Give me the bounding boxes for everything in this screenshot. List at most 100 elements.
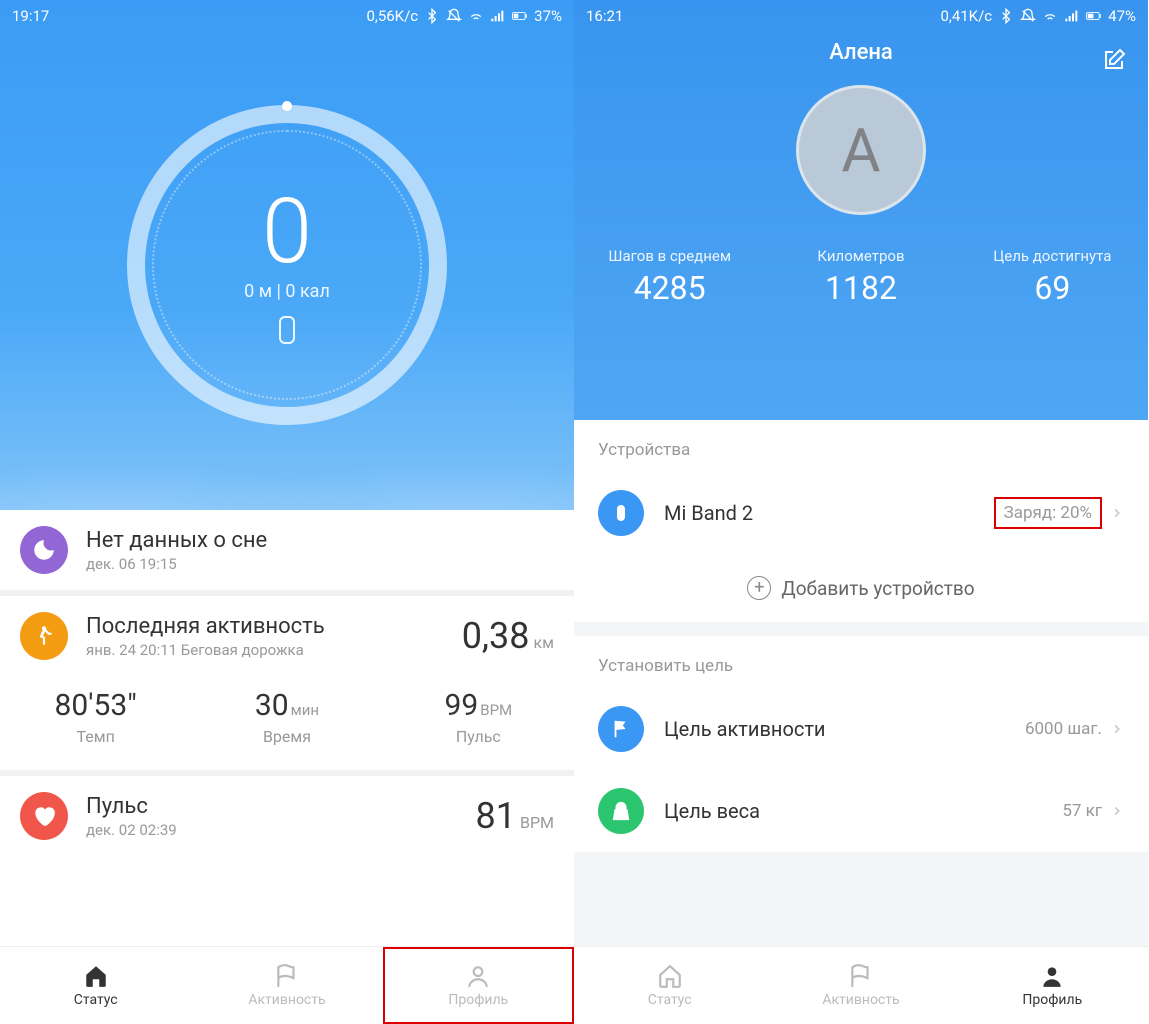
bluetooth-icon <box>424 8 440 24</box>
band-icon <box>279 316 295 344</box>
time-stat: 30мин Время <box>191 688 382 746</box>
avatar-initial: А <box>841 115 880 186</box>
nav-profile-label: Профиль <box>1022 992 1082 1008</box>
pulse-sub: дек. 02 02:39 <box>86 821 476 839</box>
weight-icon <box>598 788 644 834</box>
activity-distance-unit: км <box>533 633 554 652</box>
bpm-unit: BPM <box>480 701 512 719</box>
goal-value: 69 <box>957 269 1148 307</box>
profile-icon <box>1039 963 1065 989</box>
avg-steps-label: Шагов в среднем <box>574 247 765 265</box>
devices-header: Устройства <box>574 420 1148 472</box>
time-label: Время <box>191 727 382 746</box>
signal-icon <box>1064 8 1080 24</box>
goal-weight-row[interactable]: Цель веса 57 кг <box>574 770 1148 852</box>
device-charge: Заряд: 20% <box>994 497 1102 529</box>
sleep-title: Нет данных о сне <box>86 528 554 553</box>
home-icon <box>657 963 683 989</box>
status-bar: 16:21 0,41K/c 47% <box>574 0 1148 32</box>
nav-activity[interactable]: Активность <box>191 947 382 1024</box>
sleep-sub: дек. 06 19:15 <box>86 555 554 573</box>
steps-count: 0 <box>262 187 312 277</box>
steps-ring[interactable]: 0 0 м | 0 кал <box>127 105 447 425</box>
add-device-label: Добавить устройство <box>781 577 974 600</box>
status-speed: 0,56K/c <box>366 7 418 25</box>
status-bar: 19:17 0,56K/c 37% <box>0 0 574 32</box>
phone-right: 16:21 0,41K/c 47% Алена А Шагов в средне… <box>574 0 1148 1024</box>
activity-icon <box>20 612 68 660</box>
nav-status-label: Статус <box>74 992 118 1008</box>
flag-circle-icon <box>598 706 644 752</box>
chevron-right-icon <box>1110 506 1124 520</box>
steps-hero: 0 0 м | 0 кал <box>0 0 574 510</box>
activity-title: Последняя активность <box>86 614 462 639</box>
goal-weight-value: 57 кг <box>1062 801 1102 821</box>
sleep-row[interactable]: Нет данных о сне дек. 06 19:15 <box>0 510 574 596</box>
bpm-label: Пульс <box>383 727 574 746</box>
nav-status[interactable]: Статус <box>0 947 191 1024</box>
nav-activity-label: Активность <box>822 992 899 1008</box>
profile-hero: Алена А Шагов в среднем 4285 Километров … <box>574 0 1148 420</box>
pace-stat: 80'53" Темп <box>0 688 191 746</box>
km-stat: Километров 1182 <box>765 247 956 307</box>
km-label: Километров <box>765 247 956 265</box>
device-row[interactable]: Mi Band 2 Заряд: 20% <box>574 472 1148 554</box>
avg-steps-stat: Шагов в среднем 4285 <box>574 247 765 307</box>
nav-status-label: Статус <box>648 992 692 1008</box>
edit-icon <box>1102 48 1126 72</box>
status-battery: 37% <box>534 7 562 25</box>
hero-stats: Шагов в среднем 4285 Километров 1182 Цел… <box>574 247 1148 307</box>
pulse-value: 81 <box>476 795 516 837</box>
goal-activity-row[interactable]: Цель активности 6000 шаг. <box>574 688 1148 770</box>
signal-icon <box>490 8 506 24</box>
device-name: Mi Band 2 <box>664 501 994 525</box>
devices-section: Устройства Mi Band 2 Заряд: 20% + Добави… <box>574 420 1148 622</box>
avg-steps-value: 4285 <box>574 269 765 307</box>
bottom-nav: Статус Активность Профиль <box>574 946 1148 1024</box>
flag-icon <box>274 963 300 989</box>
add-device-button[interactable]: + Добавить устройство <box>574 554 1148 622</box>
pulse-unit: BPM <box>520 813 554 832</box>
goals-section: Установить цель Цель активности 6000 шаг… <box>574 636 1148 852</box>
profile-icon <box>465 963 491 989</box>
status-right: 0,41K/c 47% <box>940 7 1136 25</box>
goal-stat: Цель достигнута 69 <box>957 247 1148 307</box>
edit-button[interactable] <box>1102 48 1126 76</box>
status-time: 19:17 <box>12 7 49 25</box>
chevron-right-icon <box>1110 722 1124 736</box>
band-device-icon <box>598 490 644 536</box>
nav-status[interactable]: Статус <box>574 947 765 1024</box>
goal-activity-name: Цель активности <box>664 717 1025 741</box>
status-speed: 0,41K/c <box>940 7 992 25</box>
nav-profile-label: Профиль <box>448 992 508 1008</box>
time-value: 30 <box>255 688 289 723</box>
heart-icon <box>20 792 68 840</box>
avatar[interactable]: А <box>796 85 926 215</box>
goal-label: Цель достигнута <box>957 247 1148 265</box>
plus-icon: + <box>747 576 771 600</box>
cards-list: Нет данных о сне дек. 06 19:15 Последняя… <box>0 510 574 946</box>
pulse-row[interactable]: Пульс дек. 02 02:39 81BPM <box>0 776 574 856</box>
bpm-value: 99 <box>445 688 479 723</box>
steps-subtitle: 0 м | 0 кал <box>244 281 330 302</box>
pulse-title: Пульс <box>86 794 476 819</box>
activity-row[interactable]: Последняя активность янв. 24 20:11 Бегов… <box>0 596 574 668</box>
battery-icon <box>1086 8 1102 24</box>
wifi-icon <box>1042 8 1058 24</box>
status-time: 16:21 <box>586 7 623 25</box>
nav-profile[interactable]: Профиль <box>957 947 1148 1024</box>
nav-activity[interactable]: Активность <box>765 947 956 1024</box>
status-battery: 47% <box>1108 7 1136 25</box>
goal-activity-value: 6000 шаг. <box>1025 719 1102 739</box>
bottom-nav: Статус Активность Профиль <box>0 946 574 1024</box>
goal-weight-name: Цель веса <box>664 799 1062 823</box>
battery-icon <box>512 8 528 24</box>
nav-activity-label: Активность <box>248 992 325 1008</box>
pace-value: 80'53" <box>55 688 137 723</box>
status-right: 0,56K/c 37% <box>366 7 562 25</box>
chevron-right-icon <box>1110 804 1124 818</box>
activity-sub: янв. 24 20:11 Беговая дорожка <box>86 641 462 659</box>
goals-header: Установить цель <box>574 636 1148 688</box>
nav-profile[interactable]: Профиль <box>383 947 574 1024</box>
bluetooth-icon <box>998 8 1014 24</box>
